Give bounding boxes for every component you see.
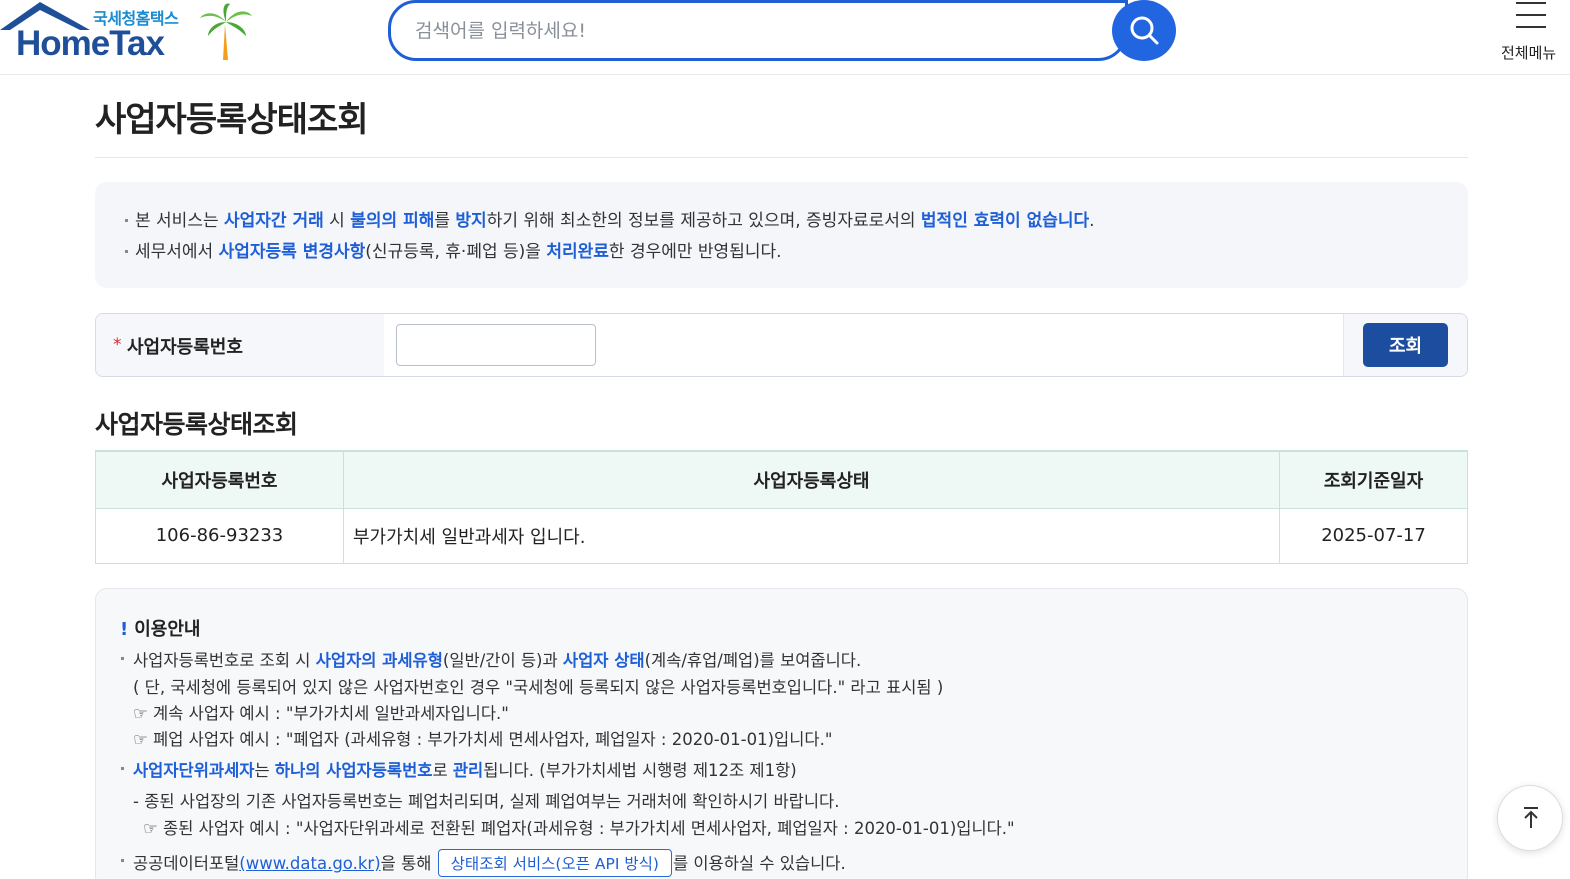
top-header: 국세청홈택스 HomeTax 전체메뉴 — [0, 0, 1570, 75]
guide-item-1-example-closed: ☞ 폐업 사업자 예시 : "폐업자 (과세유형 : 부가가치세 면세사업자, … — [133, 730, 833, 749]
text-segment: 시 — [323, 211, 351, 231]
text-segment: . — [1089, 211, 1095, 231]
result-table: 사업자등록번호 사업자등록상태 조회기준일자 106-86-93233 부가가치… — [95, 450, 1468, 564]
all-menu-button[interactable]: 전체메뉴 — [1500, 2, 1564, 66]
result-section-title: 사업자등록상태조회 — [95, 410, 298, 439]
guide-item-2-note: - 종된 사업장의 기존 사업자등록번호는 폐업처리되며, 실제 폐업여부는 거… — [133, 792, 840, 811]
bullet-dot — [121, 859, 124, 862]
highlight-text: 사업자간 거래 — [224, 211, 324, 231]
text-segment: 됩니다. (부가가치세법 시행령 제12조 제1항) — [483, 761, 797, 780]
scroll-top-button[interactable] — [1497, 785, 1563, 851]
required-mark: * — [113, 335, 122, 355]
text-segment: 를 — [434, 211, 456, 231]
search-icon — [1130, 16, 1159, 45]
palm-tree-icon — [200, 3, 252, 60]
text-segment: 로 — [432, 761, 453, 780]
data-portal-link[interactable]: (www.data.go.kr) — [239, 854, 380, 873]
query-button[interactable]: 조회 — [1363, 323, 1448, 367]
text-segment: 본 서비스는 — [135, 211, 225, 231]
text-segment: (계속/휴업/폐업)를 보여줍니다. — [644, 651, 862, 670]
highlight-text: 하나의 사업자등록번호 — [274, 761, 433, 780]
table-row: 106-86-93233 부가가치세 일반과세자 입니다. 2025-07-17 — [95, 507, 1468, 564]
notice-line-1: 본 서비스는 사업자간 거래 시 불의의 피해를 방지하기 위해 최소한의 정보… — [125, 206, 1438, 237]
guide-item-3: 공공데이터포털(www.data.go.kr)을 통해 상태조회 서비스(오픈 … — [133, 849, 846, 877]
exclamation-icon: ! — [120, 619, 129, 640]
highlight-text: 사업자의 과세유형 — [315, 651, 443, 670]
guide-item-3-mid: 을 통해 — [380, 854, 437, 873]
guide-item-3-post: 를 이용하실 수 있습니다. — [672, 854, 846, 873]
bullet-dot — [121, 657, 124, 660]
usage-guide: ! 이용안내 사업자등록번호로 조회 시 사업자의 과세유형(일반/간이 등)과 … — [95, 588, 1468, 879]
data-portal-label: 공공데이터포털 — [133, 854, 240, 873]
guide-item-1-example-active: ☞ 계속 사업자 예시 : "부가가치세 일반과세자입니다." — [133, 704, 509, 723]
search-input[interactable] — [415, 17, 1095, 45]
guide-item-1: 사업자등록번호로 조회 시 사업자의 과세유형(일반/간이 등)과 사업자 상태… — [133, 647, 861, 671]
highlight-text: 법적인 효력이 없습니다 — [920, 211, 1090, 231]
page-title: 사업자등록상태조회 — [95, 100, 369, 140]
open-api-button[interactable]: 상태조회 서비스(오픈 API 방식) — [437, 849, 672, 877]
text-segment: (신규등록, 휴·폐업 등)을 — [365, 242, 547, 262]
table-header-row: 사업자등록번호 사업자등록상태 조회기준일자 — [95, 450, 1468, 509]
cell-status: 부가가치세 일반과세자 입니다. — [343, 507, 1280, 564]
logo-title: HomeTax — [16, 24, 165, 63]
highlight-text: 불의의 피해 — [350, 211, 435, 231]
form-action-cell: 조회 — [1343, 314, 1467, 376]
title-divider — [95, 157, 1468, 158]
notice-line-2-text: 세무서에서 사업자등록 변경사항(신규등록, 휴·폐업 등)을 처리완료한 경우… — [135, 242, 782, 262]
text-segment: (일반/간이 등)과 — [442, 651, 563, 670]
guide-item-2: 사업자단위과세자는 하나의 사업자등록번호로 관리됩니다. (부가가치세법 시행… — [133, 757, 797, 781]
header-query-date: 조회기준일자 — [1279, 450, 1468, 509]
highlight-text: 사업자등록 변경사항 — [218, 242, 366, 262]
cell-business-number: 106-86-93233 — [95, 507, 344, 564]
hometax-logo[interactable]: 국세청홈택스 HomeTax — [0, 0, 260, 66]
hamburger-icon — [1516, 2, 1546, 38]
text-segment: 는 — [254, 761, 275, 780]
guide-title-text: 이용안내 — [134, 619, 201, 640]
search-box — [388, 0, 1128, 61]
highlight-text: 사업자 상태 — [562, 651, 645, 670]
text-segment: 하기 위해 최소한의 정보를 제공하고 있으며, 증빙자료로서의 — [486, 211, 921, 231]
arrow-up-icon — [1524, 807, 1538, 828]
business-number-input[interactable] — [396, 324, 596, 366]
guide-item-2-example: ☞ 종된 사업자 예시 : "사업자단위과세로 전환된 폐업자(과세유형 : 부… — [143, 819, 1015, 838]
notice-line-1-text: 본 서비스는 사업자간 거래 시 불의의 피해를 방지하기 위해 최소한의 정보… — [135, 211, 1095, 231]
cell-query-date: 2025-07-17 — [1279, 507, 1468, 564]
highlight-text: 처리완료 — [546, 242, 609, 262]
guide-item-1-note: ( 단, 국세청에 등록되어 있지 않은 사업자번호인 경우 "국세청에 등록되… — [133, 678, 944, 697]
text-segment: 사업자등록번호로 조회 시 — [133, 651, 316, 670]
text-segment: 한 경우에만 반영됩니다. — [608, 242, 782, 262]
form-label-cell: * 사업자등록번호 — [96, 314, 384, 376]
guide-title: ! 이용안내 — [120, 615, 200, 641]
all-menu-label: 전체메뉴 — [1501, 44, 1557, 62]
header-business-number: 사업자등록번호 — [95, 450, 344, 509]
text-segment: 세무서에서 — [135, 242, 219, 262]
search-button[interactable] — [1112, 0, 1176, 61]
business-number-label: 사업자등록번호 — [127, 337, 243, 358]
service-notice: 본 서비스는 사업자간 거래 시 불의의 피해를 방지하기 위해 최소한의 정보… — [95, 182, 1468, 288]
highlight-text: 방지 — [455, 211, 487, 231]
highlight-text: 관리 — [452, 761, 484, 780]
highlight-text: 사업자단위과세자 — [133, 761, 255, 780]
bullet-dot — [121, 767, 124, 770]
notice-line-2: 세무서에서 사업자등록 변경사항(신규등록, 휴·폐업 등)을 처리완료한 경우… — [125, 237, 1438, 268]
lookup-form: * 사업자등록번호 조회 — [95, 313, 1468, 377]
header-status: 사업자등록상태 — [343, 450, 1280, 509]
